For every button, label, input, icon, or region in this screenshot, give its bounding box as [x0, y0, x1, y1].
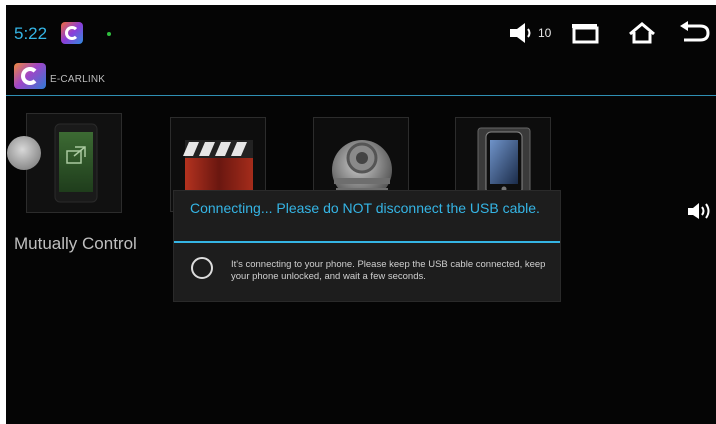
dialog-divider [174, 241, 560, 243]
e-carlink-notification-icon [61, 22, 83, 44]
dialog-title: Connecting... Please do NOT disconnect t… [190, 200, 540, 216]
device-screen: 5:22 10 E-CARLINK Mutually Control Conne… [6, 5, 716, 424]
back-icon[interactable] [678, 21, 710, 45]
home-icon[interactable] [627, 21, 657, 45]
status-time: 5:22 [14, 24, 48, 43]
app-name: E-CARLINK [50, 74, 106, 85]
tile-label-mutually-control: Mutually Control [14, 234, 137, 253]
indicator-dot-icon [107, 32, 111, 36]
progress-spinner-icon [191, 257, 213, 279]
volume-icon[interactable] [508, 22, 540, 44]
speaker-icon[interactable] [686, 201, 716, 221]
tile-mutually-control[interactable] [26, 113, 122, 213]
connecting-dialog: Connecting... Please do NOT disconnect t… [173, 190, 561, 302]
recent-apps-icon[interactable] [570, 22, 602, 44]
app-header: E-CARLINK [6, 57, 716, 96]
volume-level: 10 [538, 26, 552, 40]
e-carlink-logo-icon [14, 63, 46, 89]
dialog-message: It's connecting to your phone. Please ke… [231, 259, 546, 282]
status-bar: 5:22 10 [6, 5, 716, 57]
mutually-control-icon [54, 123, 98, 203]
toggle-knob[interactable] [7, 136, 41, 170]
